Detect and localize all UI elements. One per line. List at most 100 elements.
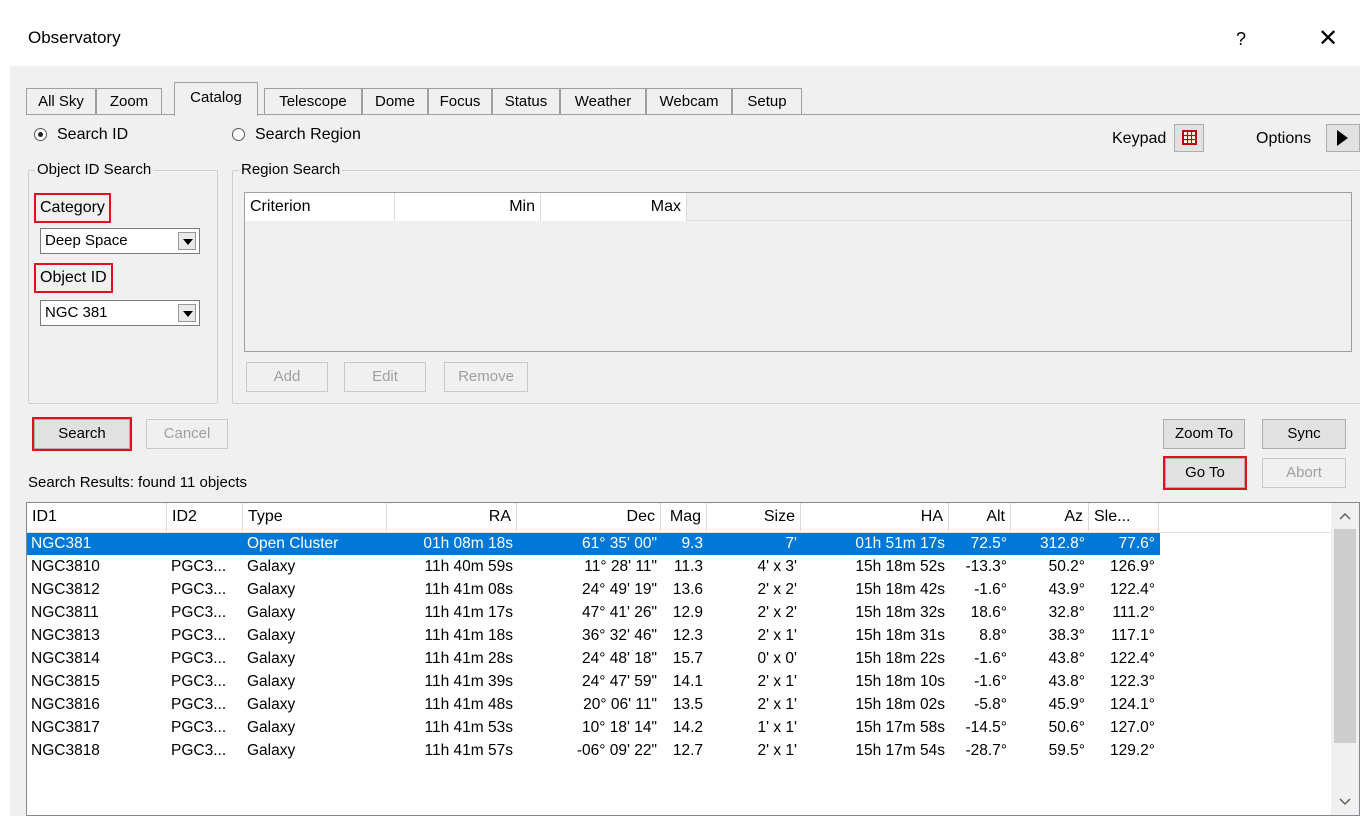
edit-criterion-button[interactable]: Edit [344,362,426,392]
cell-size: 1' x 1' [757,719,797,736]
zoom-to-button[interactable]: Zoom To [1163,419,1245,449]
col-id2[interactable]: ID2 [167,503,243,531]
cell-size: 4' x 3' [757,558,797,575]
cell-slew: 77.6° [1118,535,1155,552]
col-dec[interactable]: Dec [517,503,661,531]
table-row[interactable]: NGC3811 PGC3... Galaxy 11h 41m 17s 47° 41' 2… [27,602,1160,624]
close-icon[interactable]: ✕ [1310,22,1346,56]
search-results-list[interactable]: ID1 ID2 Type RA Dec Mag Size HA Alt Az S… [26,502,1360,816]
col-type[interactable]: Type [243,503,387,531]
keypad-button[interactable] [1174,124,1204,152]
cell-type: Galaxy [247,558,296,575]
tab-telescope[interactable]: Telescope [264,88,362,115]
chevron-down-icon[interactable] [178,232,196,250]
cancel-button[interactable]: Cancel [146,419,228,449]
table-row[interactable]: NGC3812 PGC3... Galaxy 11h 41m 08s 24° 49' 1… [27,579,1160,601]
cell-ha: 15h 17m 58s [855,719,945,736]
object-id-select[interactable]: NGC 381 [40,300,200,326]
search-button[interactable]: Search [32,417,132,451]
cell-ha: 15h 18m 42s [855,581,945,598]
col-id1[interactable]: ID1 [27,503,167,531]
scrollbar-thumb[interactable] [1334,529,1356,743]
chevron-up-icon[interactable] [1331,505,1359,527]
cell-slew: 124.1° [1110,696,1155,713]
keypad-icon [1182,130,1197,145]
col-min[interactable]: Min [395,193,541,221]
go-to-button[interactable]: Go To [1163,456,1247,490]
search-region-label: Search Region [255,126,361,143]
tab-status[interactable]: Status [492,88,560,115]
chevron-down-icon[interactable] [178,304,196,322]
cell-type: Galaxy [247,650,296,667]
region-search-legend: Region Search [239,161,343,178]
tab-setup[interactable]: Setup [732,88,802,115]
table-row[interactable]: NGC381 Open Cluster 01h 08m 18s 61° 35' 00"… [27,533,1160,555]
col-az[interactable]: Az [1011,503,1089,531]
col-size[interactable]: Size [707,503,801,531]
tab-weather[interactable]: Weather [560,88,646,115]
radio-checked-icon [34,128,47,142]
table-row[interactable]: NGC3817 PGC3... Galaxy 11h 41m 53s 10° 18' 1… [27,717,1160,739]
cell-id1: NGC3818 [31,742,100,759]
category-value: Deep Space [45,232,128,249]
criteria-header: Criterion Min Max [245,193,1351,221]
cell-size: 0' x 0' [757,650,797,667]
cell-ra: 11h 41m 57s [424,742,513,759]
col-max[interactable]: Max [541,193,687,221]
cell-id1: NGC3815 [31,673,100,690]
chevron-down-icon[interactable] [1331,791,1359,813]
cell-dec: 11° 28' 11" [584,558,657,575]
tab-webcam[interactable]: Webcam [646,88,732,115]
cell-ra: 01h 08m 18s [423,535,513,552]
cell-slew: 122.3° [1110,673,1155,690]
tab-focus[interactable]: Focus [428,88,492,115]
cell-ra: 11h 41m 28s [424,650,513,667]
cell-ha: 15h 18m 31s [855,627,945,644]
table-row[interactable]: NGC3810 PGC3... Galaxy 11h 40m 59s 11° 28' 1… [27,556,1160,578]
cell-size: 2' x 1' [757,742,797,759]
category-label: Category [34,193,111,223]
cell-ha: 15h 17m 54s [855,742,945,759]
cell-type: Open Cluster [247,535,339,552]
window-title: Observatory [28,28,121,47]
cell-type: Galaxy [247,742,296,759]
tab-dome[interactable]: Dome [362,88,428,115]
sync-button[interactable]: Sync [1262,419,1346,449]
search-id-label: Search ID [57,126,129,143]
criteria-list[interactable]: Criterion Min Max [244,192,1352,352]
tab-zoom[interactable]: Zoom [96,88,162,115]
search-id-radio[interactable]: Search ID [34,126,128,144]
cell-slew: 122.4° [1110,581,1155,598]
cell-id2: PGC3... [171,627,227,644]
table-row[interactable]: NGC3813 PGC3... Galaxy 11h 41m 18s 36° 32' 4… [27,625,1160,647]
add-criterion-button[interactable]: Add [246,362,328,392]
category-select[interactable]: Deep Space [40,228,200,254]
table-row[interactable]: NGC3814 PGC3... Galaxy 11h 41m 28s 24° 48' 1… [27,648,1160,670]
col-ha[interactable]: HA [801,503,949,531]
table-row[interactable]: NGC3816 PGC3... Galaxy 11h 41m 48s 20° 06' 1… [27,694,1160,716]
remove-criterion-button[interactable]: Remove [444,362,528,392]
tab-catalog[interactable]: Catalog [174,82,258,116]
search-region-radio[interactable]: Search Region [232,126,361,144]
cell-id1: NGC381 [31,535,92,552]
cell-alt: -14.5° [965,719,1007,736]
col-mag[interactable]: Mag [661,503,707,531]
col-alt[interactable]: Alt [949,503,1011,531]
cell-id2: PGC3... [171,742,227,759]
help-button[interactable]: ? [1226,24,1256,54]
cell-dec: 10° 18' 14" [582,719,657,736]
table-row[interactable]: NGC3818 PGC3... Galaxy 11h 41m 57s -06° 09' … [27,740,1160,762]
cell-alt: -1.6° [974,650,1007,667]
cell-id1: NGC3810 [31,558,100,575]
col-criterion[interactable]: Criterion [245,193,395,221]
vertical-scrollbar[interactable] [1331,503,1359,815]
table-row[interactable]: NGC3815 PGC3... Galaxy 11h 41m 39s 24° 47' 5… [27,671,1160,693]
abort-button[interactable]: Abort [1262,458,1346,488]
col-ra[interactable]: RA [387,503,517,531]
col-slew[interactable]: Sle... [1089,503,1159,531]
options-button[interactable] [1326,124,1360,152]
tab-all-sky[interactable]: All Sky [26,88,96,115]
cell-size: 2' x 1' [757,627,797,644]
cell-type: Galaxy [247,673,296,690]
cell-id1: NGC3811 [31,604,99,621]
